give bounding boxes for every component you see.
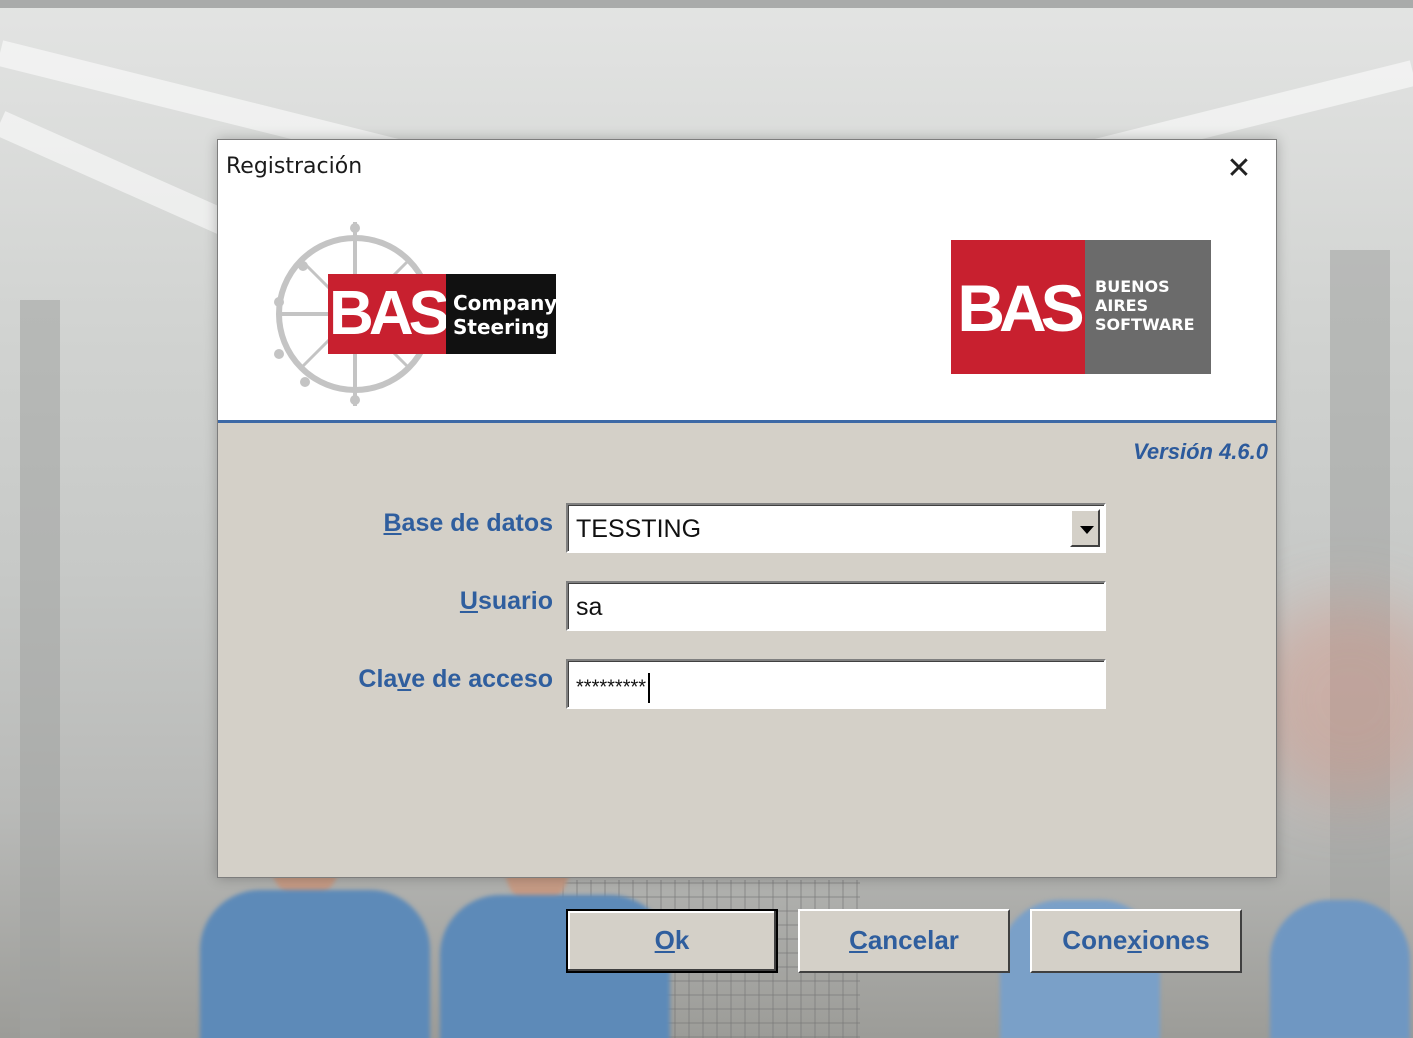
logo-banner: BAS Company Steering BAS BUENOS AIRES SO…	[218, 194, 1276, 420]
password-value: *********	[576, 673, 651, 703]
login-form: Versión 4.6.0 Base de datos TESSTING Usu…	[218, 423, 1276, 973]
bas-logo-text: BAS	[329, 279, 450, 348]
company-steering-logo: BAS Company Steering	[273, 222, 563, 406]
background-person	[200, 890, 430, 1038]
logo-text-company: Company	[453, 291, 558, 315]
logo-text-aires: AIRES	[1095, 296, 1149, 315]
login-dialog: Registración ✕ BAS Company Steering BAS …	[217, 139, 1277, 973]
database-value: TESSTING	[576, 515, 702, 543]
password-label: Clave de acceso	[358, 665, 553, 693]
close-icon[interactable]: ✕	[1222, 152, 1256, 186]
user-label: Usuario	[459, 587, 553, 615]
connections-button[interactable]: Conexiones	[1030, 909, 1242, 973]
dropdown-arrow-icon[interactable]	[1070, 509, 1100, 547]
background-person	[1270, 900, 1410, 1038]
buenos-aires-software-logo: BAS BUENOS AIRES SOFTWARE	[951, 240, 1211, 374]
database-select[interactable]: TESSTING	[566, 503, 1106, 553]
database-label: Base de datos	[383, 509, 553, 537]
logo-text-buenos: BUENOS	[1095, 277, 1170, 296]
text-caret	[648, 673, 651, 703]
password-input[interactable]: *********	[566, 659, 1106, 709]
logo-text-steering: Steering	[453, 315, 550, 339]
cancel-button[interactable]: Cancelar	[798, 909, 1010, 973]
background-column	[20, 300, 60, 1038]
dialog-title: Registración	[226, 154, 363, 179]
top-edge	[0, 0, 1413, 8]
logo-text-software: SOFTWARE	[1095, 315, 1195, 334]
version-label: Versión 4.6.0	[1133, 439, 1268, 464]
bas-logo-text: BAS	[957, 271, 1084, 345]
ok-button[interactable]: Ok	[566, 909, 778, 973]
user-value: sa	[576, 593, 603, 621]
user-input[interactable]: sa	[566, 581, 1106, 631]
